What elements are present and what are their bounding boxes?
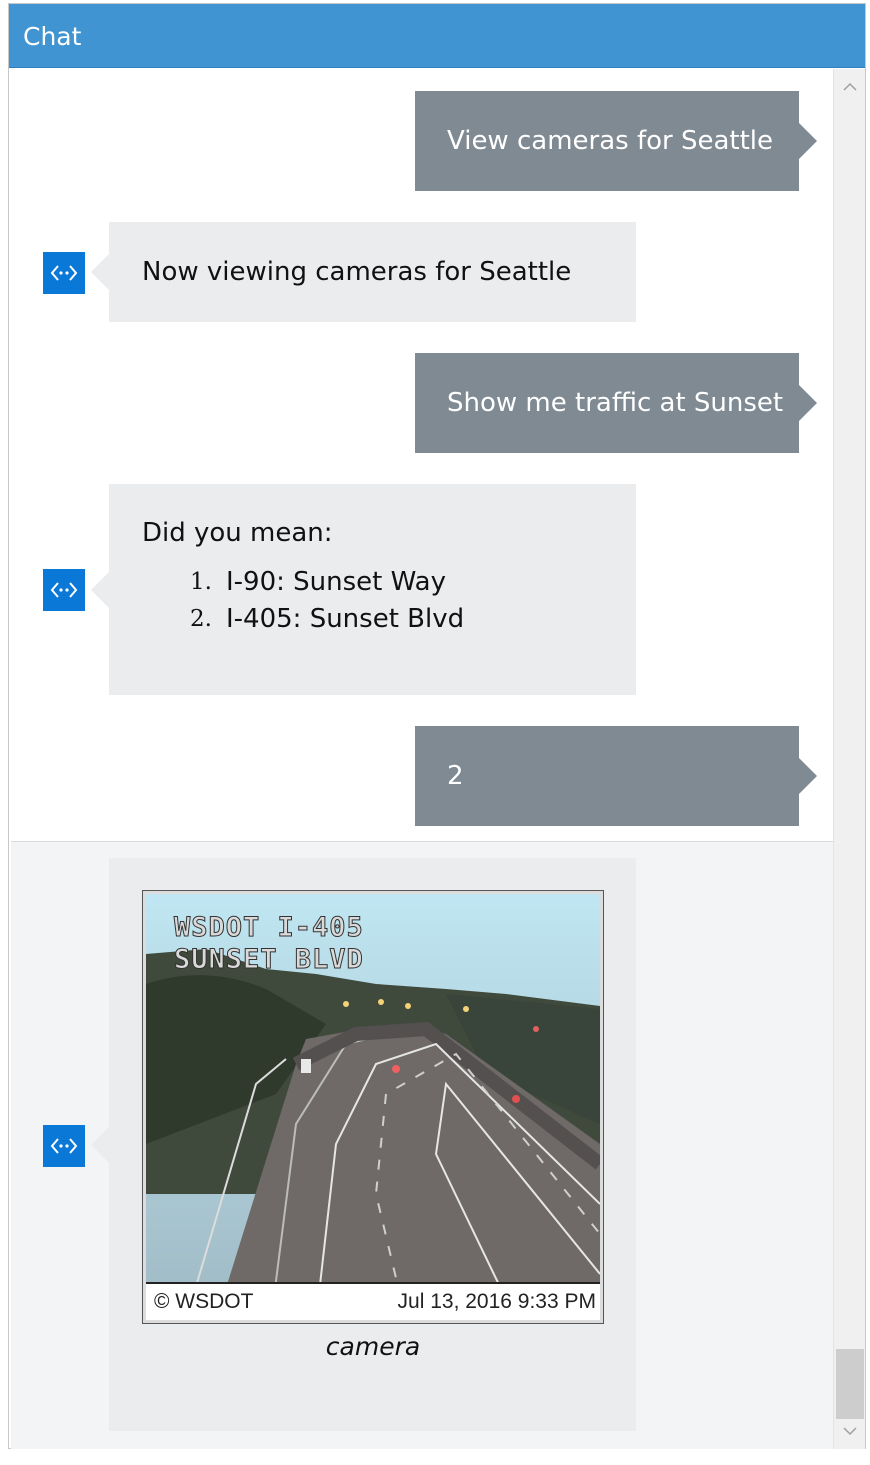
option-label: I-405: Sunset Blvd	[226, 604, 465, 634]
header-title: Chat	[23, 22, 82, 51]
camera-copyright: © WSDOT	[154, 1290, 254, 1313]
option-label: I-90: Sunset Way	[226, 567, 446, 597]
bot-avatar-icon	[43, 569, 85, 611]
camera-overlay-line2: SUNSET BLVD	[174, 944, 364, 976]
bot-message-options[interactable]: Did you mean: 1. I-90: Sunset Way 2. I-4…	[91, 484, 636, 695]
camera-overlay-line1: WSDOT I-405	[174, 912, 364, 944]
camera-footer: © WSDOT Jul 13, 2016 9:33 PM	[146, 1282, 600, 1320]
chat-window: Chat View cameras for Seattle Now viewin…	[8, 3, 866, 1449]
camera-timestamp: Jul 13, 2016 9:33 PM	[397, 1290, 596, 1313]
bot-message-text: Now viewing cameras for Seattle	[142, 257, 572, 287]
option-number: 2.	[190, 606, 212, 632]
camera-caption: camera	[325, 1332, 421, 1361]
option-item[interactable]: 2. I-405: Sunset Blvd	[142, 601, 636, 638]
camera-image-frame[interactable]: WSDOT I-405 SUNSET BLVD © WSDOT Jul 13, …	[142, 890, 604, 1324]
options-intro: Did you mean:	[142, 518, 333, 548]
selected-message-row[interactable]: WSDOT I-405 SUNSET BLVD © WSDOT Jul 13, …	[11, 841, 833, 1449]
bot-camera-card[interactable]: WSDOT I-405 SUNSET BLVD © WSDOT Jul 13, …	[91, 858, 636, 1431]
option-item[interactable]: 1. I-90: Sunset Way	[142, 564, 636, 601]
bot-avatar-icon	[43, 252, 85, 294]
camera-overlay-text: WSDOT I-405 SUNSET BLVD	[174, 912, 364, 976]
traffic-camera-image: WSDOT I-405 SUNSET BLVD © WSDOT Jul 13, …	[146, 894, 600, 1320]
user-message[interactable]: Show me traffic at Sunset	[415, 353, 817, 453]
chevron-up-icon[interactable]	[834, 69, 866, 105]
scrollbar-thumb[interactable]	[836, 1349, 864, 1419]
vertical-scrollbar[interactable]	[833, 69, 865, 1449]
bot-avatar-icon	[43, 1125, 85, 1167]
message-history[interactable]: View cameras for Seattle Now viewing cam…	[11, 69, 833, 1449]
user-message-text: View cameras for Seattle	[447, 126, 774, 156]
options-list: 1. I-90: Sunset Way 2. I-405: Sunset Blv…	[142, 564, 636, 638]
option-number: 1.	[190, 569, 212, 595]
user-message[interactable]: 2	[415, 726, 817, 826]
user-message-text: 2	[447, 761, 464, 791]
chat-header: Chat	[9, 4, 865, 68]
chevron-down-icon[interactable]	[834, 1413, 866, 1449]
user-message[interactable]: View cameras for Seattle	[415, 91, 817, 191]
user-message-text: Show me traffic at Sunset	[447, 388, 784, 418]
bot-message[interactable]: Now viewing cameras for Seattle	[91, 222, 636, 322]
